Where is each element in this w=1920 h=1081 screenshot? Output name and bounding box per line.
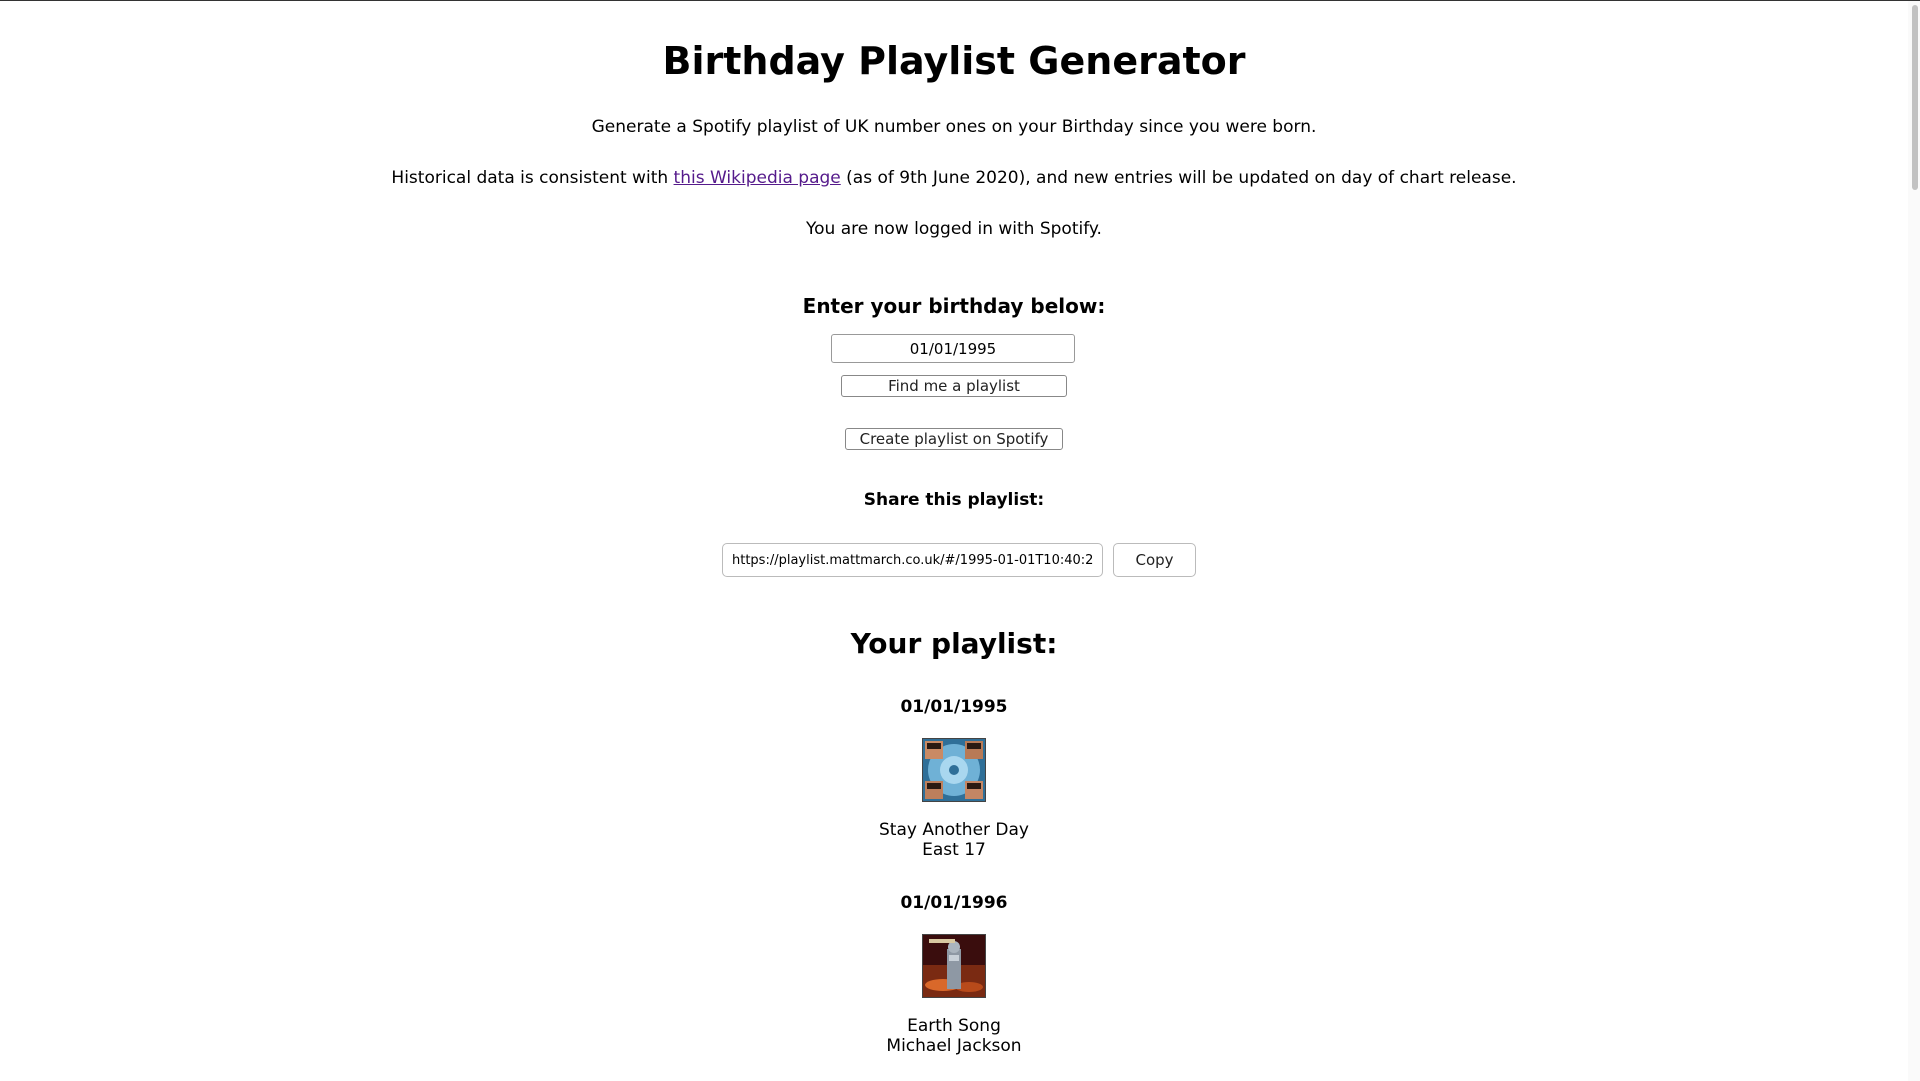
album-art-history-icon [922,934,986,998]
login-status-text: You are now logged in with Spotify. [806,219,1102,239]
track-artist: Michael Jackson [886,1036,1022,1056]
track-date: 01/01/1995 [900,697,1008,717]
birthday-heading: Enter your birthday below: [802,294,1106,318]
album-art-east17-icon [922,738,986,802]
track-date: 01/01/1996 [900,893,1008,913]
list-item: 01/01/1995 Stay Another Day East 17 [0,697,1908,860]
track-song: Earth Song [907,1016,1001,1036]
page-title: Birthday Playlist Generator [662,39,1246,83]
historical-data-text: Historical data is consistent with this … [0,168,1908,188]
create-spotify-playlist-button[interactable]: Create playlist on Spotify [845,428,1063,450]
scrollbar[interactable] [1908,1,1920,1081]
historical-text-after: (as of 9th June 2020), and new entries w… [840,168,1517,188]
find-playlist-button[interactable]: Find me a playlist [841,375,1067,397]
copy-button[interactable]: Copy [1113,543,1196,577]
wikipedia-link[interactable]: this Wikipedia page [674,168,841,188]
share-heading: Share this playlist: [863,490,1045,510]
track-artist: East 17 [922,840,986,860]
playlist-heading: Your playlist: [850,627,1058,660]
share-url-input[interactable] [722,543,1103,577]
track-song: Stay Another Day [878,820,1029,840]
intro-text: Generate a Spotify playlist of UK number… [591,117,1317,137]
scrollbar-thumb[interactable] [1912,5,1918,190]
list-item: 01/01/1996 Earth Song Michael Jackson [0,893,1908,1056]
birthday-input[interactable] [831,334,1075,363]
historical-text-before: Historical data is consistent with [391,168,674,188]
